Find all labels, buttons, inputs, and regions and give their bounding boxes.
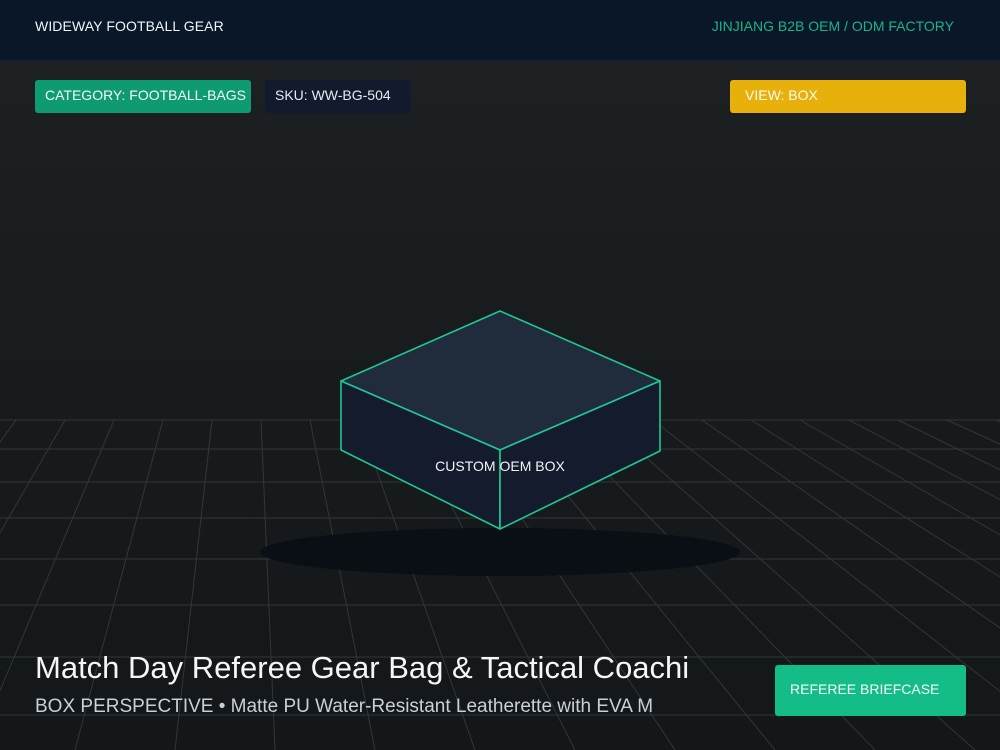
category-chip[interactable]: CATEGORY: FOOTBALL-BAGS bbox=[35, 80, 251, 113]
grid-line bbox=[0, 419, 17, 443]
product-title: Match Day Referee Gear Bag & Tactical Co… bbox=[35, 650, 690, 685]
referee-briefcase-button[interactable]: REFEREE BRIEFCASE bbox=[775, 665, 966, 716]
product-box bbox=[340, 310, 661, 530]
box-label: CUSTOM OEM BOX bbox=[435, 458, 565, 474]
sku-chip: SKU: WW-BG-504 bbox=[265, 80, 410, 113]
product-subtitle: BOX PERSPECTIVE • Matte PU Water-Resista… bbox=[35, 696, 654, 717]
view-mode-button[interactable]: VIEW: BOX bbox=[730, 80, 966, 113]
box-shadow bbox=[260, 528, 740, 576]
